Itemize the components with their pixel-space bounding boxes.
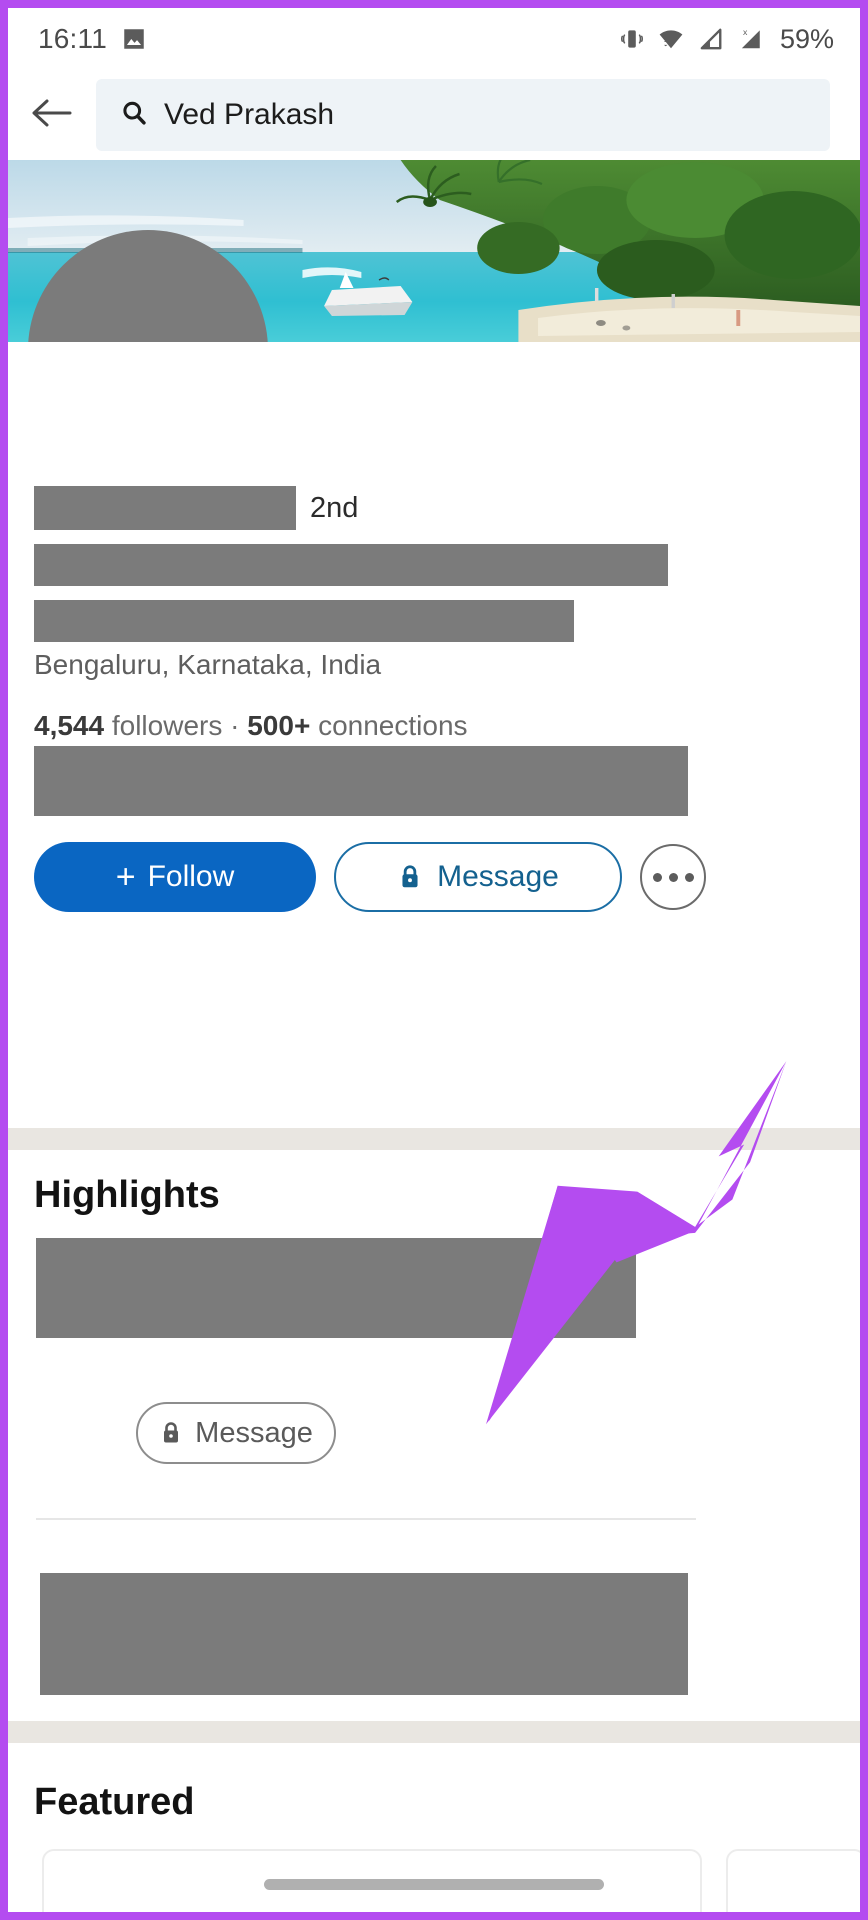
highlight-item-redacted	[36, 1238, 636, 1338]
profile-cta-redacted	[34, 746, 688, 816]
profile-subheadline-redacted	[34, 600, 574, 642]
featured-section: Featured Post	[8, 1765, 860, 1912]
status-time: 16:11	[38, 23, 107, 54]
featured-card-2[interactable]	[726, 1849, 860, 1912]
connections-count: 500+	[247, 710, 311, 741]
back-button[interactable]	[8, 70, 96, 160]
profile-stats[interactable]: 4,544 followers · 500+ connections	[34, 710, 468, 742]
android-gesture-bar[interactable]	[264, 1879, 604, 1890]
back-arrow-icon	[29, 96, 75, 135]
featured-title: Featured	[34, 1781, 195, 1823]
search-input[interactable]: Ved Prakash	[96, 79, 830, 151]
section-divider-1	[8, 1128, 860, 1150]
highlights-message-label: Message	[195, 1416, 313, 1449]
signal-icon	[697, 26, 724, 52]
profile-headline-redacted	[34, 544, 668, 586]
search-header: Ved Prakash	[8, 70, 860, 160]
battery-percent: 59%	[779, 23, 834, 54]
profile-action-buttons: + Follow Message	[8, 842, 860, 912]
follow-button[interactable]: + Follow	[34, 842, 316, 912]
highlights-inner-divider	[36, 1518, 696, 1520]
phone-screen: 16:11 x 59% Ved Prakash 2nd Bengaluru, K…	[0, 0, 868, 1920]
connection-degree: 2nd	[310, 491, 359, 524]
vibrate-icon	[619, 26, 645, 52]
profile-name-redacted	[34, 486, 296, 530]
highlights-title: Highlights	[34, 1174, 220, 1216]
search-query-text: Ved Prakash	[164, 98, 335, 131]
profile-location: Bengaluru, Karnataka, India	[34, 649, 382, 680]
lock-icon	[397, 863, 423, 891]
message-button-label: Message	[437, 860, 559, 893]
lock-icon	[159, 1420, 183, 1446]
profile-info-card: 2nd Bengaluru, Karnataka, India 4,544 fo…	[8, 342, 860, 1128]
highlights-section: Highlights	[8, 1150, 860, 1406]
highlight-item-2-redacted	[40, 1573, 688, 1695]
more-options-button[interactable]	[640, 844, 706, 910]
status-bar: 16:11 x 59%	[8, 8, 860, 70]
status-bar-left: 16:11	[38, 23, 147, 55]
highlights-message-button[interactable]: Message	[136, 1402, 336, 1464]
section-divider-2	[8, 1721, 860, 1743]
follow-button-label: Follow	[147, 860, 235, 893]
more-dot-2	[668, 872, 678, 882]
image-icon	[121, 26, 147, 52]
more-horizontal-icon	[652, 872, 662, 882]
followers-count: 4,544	[34, 710, 105, 741]
connections-label: connections	[318, 710, 468, 741]
search-icon	[120, 99, 148, 132]
message-button[interactable]: Message	[334, 842, 622, 912]
svg-text:x: x	[743, 27, 748, 37]
more-dot-3	[684, 872, 694, 882]
followers-label: followers	[111, 710, 223, 741]
featured-card-1-label: Post	[66, 1911, 118, 1912]
status-bar-right: x 59%	[619, 24, 834, 55]
signal-no-sim-icon: x	[735, 26, 765, 52]
stats-separator: ·	[230, 710, 240, 741]
wifi-icon	[656, 26, 686, 52]
plus-icon: +	[115, 858, 136, 896]
profile-name-row: 2nd	[8, 486, 860, 530]
